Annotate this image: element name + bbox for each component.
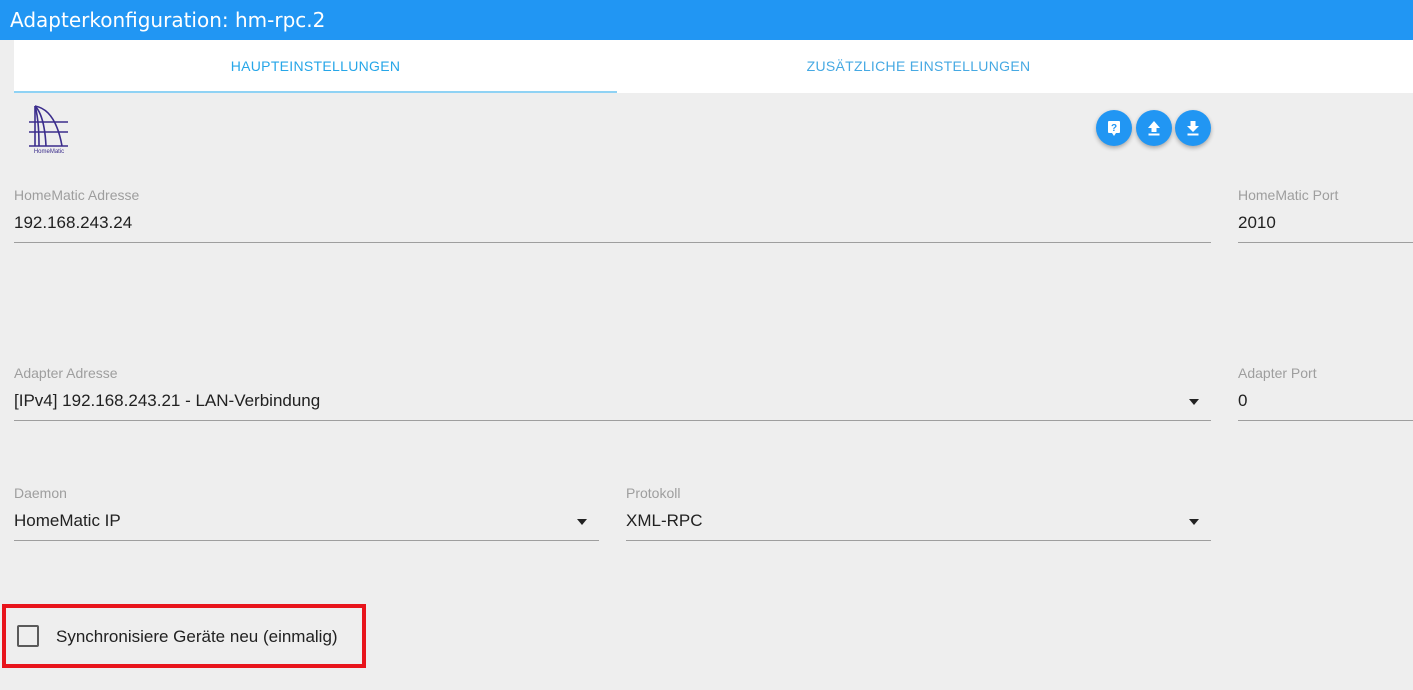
download-button[interactable] xyxy=(1175,110,1211,146)
adapter-address-select[interactable]: [IPv4] 192.168.243.21 - LAN-Verbindung xyxy=(14,391,1211,421)
daemon-label: Daemon xyxy=(14,485,67,501)
adapter-port-field: Adapter Port 0 xyxy=(1238,365,1413,435)
tab-additional-settings[interactable]: ZUSÄTZLICHE EINSTELLUNGEN xyxy=(617,40,1220,93)
adapter-address-field: Adapter Adresse [IPv4] 192.168.243.21 - … xyxy=(14,365,1211,435)
download-icon xyxy=(1187,121,1199,136)
sync-checkbox[interactable] xyxy=(17,625,39,647)
window-title: Adapterkonfiguration: hm-rpc.2 xyxy=(0,0,1413,40)
homematic-port-input[interactable]: 2010 xyxy=(1238,213,1413,243)
homematic-address-input[interactable]: 192.168.243.24 xyxy=(14,213,1211,243)
homematic-address-label: HomeMatic Adresse xyxy=(14,187,140,203)
daemon-field: Daemon HomeMatic IP xyxy=(14,485,599,555)
logo-text: HomeMatic xyxy=(34,149,64,155)
adapter-port-input[interactable]: 0 xyxy=(1238,391,1413,421)
daemon-select[interactable]: HomeMatic IP xyxy=(14,511,599,541)
homematic-address-field: HomeMatic Adresse 192.168.243.24 xyxy=(14,187,1211,257)
upload-icon xyxy=(1148,121,1160,136)
adapter-address-label: Adapter Adresse xyxy=(14,365,118,381)
chevron-down-icon[interactable] xyxy=(577,519,587,525)
chevron-down-icon[interactable] xyxy=(1189,399,1199,405)
adapter-port-label: Adapter Port xyxy=(1238,365,1317,381)
sync-checkbox-label[interactable]: Synchronisiere Geräte neu (einmalig) xyxy=(56,627,338,647)
protocol-field: Protokoll XML-RPC xyxy=(626,485,1211,555)
homematic-port-label: HomeMatic Port xyxy=(1238,187,1339,203)
help-button[interactable]: ? xyxy=(1096,110,1132,146)
tab-main-settings[interactable]: HAUPTEINSTELLUNGEN xyxy=(14,40,617,93)
tab-bar: HAUPTEINSTELLUNGEN ZUSÄTZLICHE EINSTELLU… xyxy=(14,40,1413,93)
upload-button[interactable] xyxy=(1136,110,1172,146)
chevron-down-icon[interactable] xyxy=(1189,519,1199,525)
homematic-logo: HomeMatic xyxy=(24,100,74,156)
protocol-select[interactable]: XML-RPC xyxy=(626,511,1211,541)
svg-text:?: ? xyxy=(1111,123,1117,134)
sync-highlight-box: Synchronisiere Geräte neu (einmalig) xyxy=(2,604,366,668)
help-icon: ? xyxy=(1108,121,1120,136)
protocol-label: Protokoll xyxy=(626,485,681,501)
homematic-port-field: HomeMatic Port 2010 xyxy=(1238,187,1413,257)
